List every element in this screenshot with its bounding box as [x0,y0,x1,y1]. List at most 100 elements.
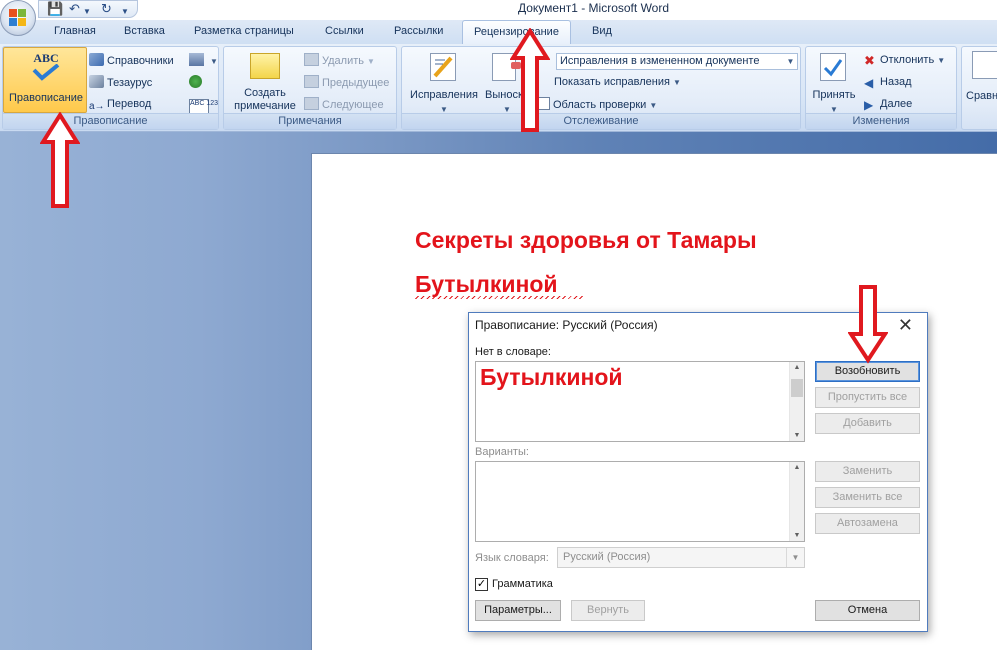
previous-comment-label: Предыдущее [322,77,390,89]
translate-icon: a→ [89,101,105,112]
close-icon[interactable]: ✕ [898,314,913,336]
next-comment-label: Следующее [322,99,384,111]
reject-button[interactable]: ✖ Отклонить ▼ [864,53,945,68]
ribbon-tabs: Главная Вставка Разметка страницы Ссылки… [0,20,997,44]
scroll-thumb[interactable] [791,379,803,397]
spelling-button[interactable]: ABC Правописание [3,47,87,113]
translate-label: Перевод [107,98,152,110]
display-for-review-dropdown-icon[interactable]: ▼ [784,54,797,69]
delete-comment-button[interactable]: Удалить ▼ [304,53,375,69]
reject-label: Отклонить [880,54,935,66]
chevron-down-icon[interactable]: ▼ [786,548,804,567]
thesaurus-label: Тезаурус [107,77,153,89]
previous-change-button[interactable]: ◀ Назад [864,75,912,90]
options-button[interactable]: Параметры... [475,600,561,621]
research-book-icon [89,53,104,66]
document-heading-line1[interactable]: Секреты здоровья от Тамары [415,227,757,254]
group-proofing-label: Правописание [3,113,218,129]
research-button[interactable]: Справочники [89,53,174,68]
autocorrect-button[interactable]: Автозамена [815,513,920,534]
suggestions-label: Варианты: [475,446,529,458]
tab-page-layout[interactable]: Разметка страницы [194,25,294,37]
next-comment-button[interactable]: Следующее [304,97,384,112]
word-count-icon [189,75,202,88]
previous-change-icon: ◀ [864,76,874,90]
add-to-dictionary-button[interactable]: Добавить [815,413,920,434]
previous-change-label: Назад [880,76,912,88]
office-button[interactable] [0,0,36,36]
arrow-down-resume-icon [848,285,888,364]
not-in-dictionary-scrollbar[interactable]: ▲ ▼ [789,362,804,441]
track-changes-icon [430,53,456,81]
not-in-dictionary-box[interactable]: Бутылкиной ▲ ▼ [475,361,805,442]
group-comments-label: Примечания [224,113,396,129]
cancel-button[interactable]: Отмена [815,600,920,621]
previous-comment-icon [304,75,319,88]
dialog-title: Правописание: Русский (Россия) [475,318,658,332]
change-button[interactable]: Заменить [815,461,920,482]
group-comments: Создать примечание Удалить ▼ Предыдущее С… [223,46,397,130]
group-changes-label: Изменения [806,113,956,129]
suggestions-list[interactable]: ▲ ▼ [475,461,805,542]
title-bar: 💾 ↶ ▼ ↻ ▼ Документ1 - Microsoft Word [0,0,997,36]
next-change-icon: ▶ [864,98,874,112]
reviewing-pane-label: Область проверки [553,99,647,111]
track-changes-button[interactable]: Исправления ▼ [404,51,482,115]
group-tracking: Исправления ▼ Выноски ▼ Исправления в из… [401,46,801,130]
accept-button[interactable]: Принять ▼ [808,51,860,115]
misspelled-word: Бутылкиной [480,364,623,390]
set-language-button[interactable]: ▼ [189,53,218,69]
next-change-button[interactable]: ▶ Далее [864,97,912,112]
arrow-up-review-tab-icon [510,28,550,132]
grammar-checkbox[interactable]: ✓ [475,578,488,591]
tab-view[interactable]: Вид [592,25,612,37]
delete-comment-label: Удалить [322,55,364,67]
scroll-down-icon[interactable]: ▼ [790,532,804,539]
resume-button[interactable]: Возобновить [815,361,920,382]
delete-comment-icon [304,53,319,66]
spelling-error-underline [415,296,583,299]
ribbon: ABC Правописание Справочники Тезаурус a→… [0,44,997,132]
reviewing-pane-button[interactable]: Область проверки ▼ [538,97,657,113]
ignore-all-button[interactable]: Пропустить все [815,387,920,408]
new-comment-line2: примечание [234,100,296,112]
dictionary-language-select[interactable]: Русский (Россия) ▼ [557,547,805,568]
tab-references[interactable]: Ссылки [325,25,364,37]
grammar-label: Грамматика [492,578,553,590]
accept-icon [820,53,846,81]
thesaurus-button[interactable]: Тезаурус [89,75,152,90]
comment-note-icon [250,53,280,79]
translate-button[interactable]: a→ Перевод [89,97,151,113]
show-markup-button[interactable]: Показать исправления ▼ [554,75,681,90]
thesaurus-book-icon [89,75,104,88]
window-title: Документ1 - Microsoft Word [517,1,670,15]
group-tracking-label: Отслеживание [402,113,800,129]
group-compare: Сравн [961,46,997,130]
change-all-button[interactable]: Заменить все [815,487,920,508]
not-in-dictionary-label: Нет в словаре: [475,346,551,358]
scroll-up-icon[interactable]: ▲ [790,464,804,471]
display-for-review-combo[interactable]: Исправления в измененном документе ▼ [556,53,798,70]
tab-insert[interactable]: Вставка [124,25,165,37]
word-count-button[interactable] [189,75,205,90]
reject-icon: ✖ [864,53,875,68]
scroll-down-icon[interactable]: ▼ [790,432,804,439]
tab-mailings[interactable]: Рассылки [394,25,443,37]
research-label: Справочники [107,55,174,67]
previous-comment-button[interactable]: Предыдущее [304,75,389,90]
suggestions-scrollbar[interactable]: ▲ ▼ [789,462,804,541]
group-changes: Принять ▼ ✖ Отклонить ▼ ◀ Назад ▶ Далее Изме… [805,46,957,130]
document-heading-line2[interactable]: Бутылкиной [415,271,558,298]
undo-button[interactable]: Вернуть [571,600,645,621]
scroll-up-icon[interactable]: ▲ [790,364,804,371]
next-comment-icon [304,97,319,110]
dictionary-language-label: Язык словаря: [475,552,549,564]
group-proofing: ABC Правописание Справочники Тезаурус a→… [2,46,219,130]
spelling-check-icon: ABC [28,52,64,82]
compare-button[interactable]: Сравн [966,89,997,103]
tab-home[interactable]: Главная [54,25,96,37]
show-markup-label: Показать исправления [554,76,670,88]
new-comment-button[interactable]: Создать примечание [226,51,304,115]
arrow-up-spelling-icon [40,112,80,208]
display-for-review-value: Исправления в измененном документе [560,55,760,67]
